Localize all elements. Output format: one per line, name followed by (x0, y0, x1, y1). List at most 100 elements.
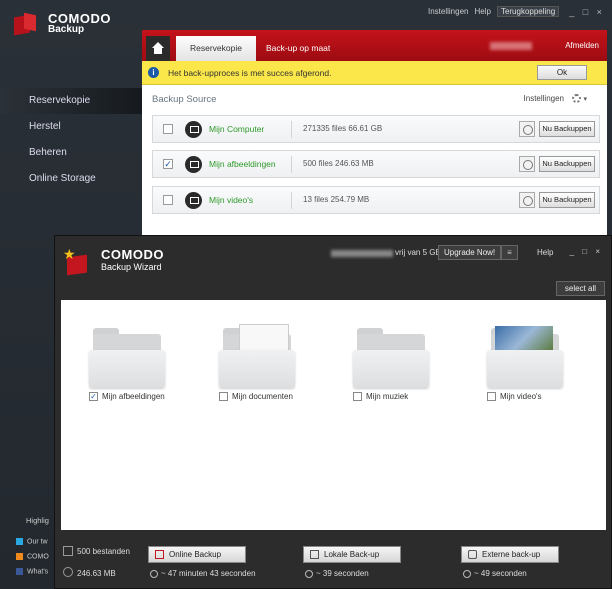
sidebar-item-online-storage[interactable]: Online Storage (0, 166, 142, 192)
backup-now-button[interactable]: Nu Backuppen (539, 156, 595, 172)
backup-now-button[interactable]: Nu Backuppen (539, 192, 595, 208)
home-icon (152, 42, 164, 54)
folder-label: Mijn muziek (366, 392, 409, 401)
schedule-icon[interactable] (519, 192, 535, 208)
folder-label: Mijn video's (500, 392, 542, 401)
picture-icon (185, 156, 202, 173)
online-backup-time: ~ 47 minuten 43 seconden (150, 569, 256, 578)
sidebar: Reservekopie Herstel Beheren Online Stor… (0, 88, 142, 192)
source-stats: 271335 files 66.61 GB (303, 124, 383, 133)
logout-link[interactable]: Afmelden (565, 41, 599, 50)
rss-icon (16, 553, 23, 560)
top-links: Instellingen Help Terugkoppeling _ □ × (428, 6, 605, 17)
backup-wizard-window: ★ COMODO Backup Wizard vrij van 5 GB Upg… (54, 235, 612, 589)
folder-checkbox[interactable] (219, 392, 228, 401)
clock-icon (463, 569, 471, 578)
schedule-icon[interactable] (519, 156, 535, 172)
facebook-icon (16, 568, 23, 575)
sidebar-item-herstel[interactable]: Herstel (0, 114, 142, 140)
folder-item-documents[interactable]: Mijn documenten (219, 392, 293, 401)
wizard-help-link[interactable]: Help (537, 248, 553, 257)
selection-size: 246.63 MB (77, 569, 116, 578)
folder-pictures-icon[interactable] (89, 324, 165, 388)
source-checkbox[interactable]: ✓ (163, 159, 173, 169)
monitor-icon (185, 121, 202, 138)
clock-icon (305, 569, 313, 578)
folder-checkbox[interactable] (487, 392, 496, 401)
select-all-button[interactable]: select all (555, 281, 605, 296)
source-name[interactable]: Mijn afbeeldingen (209, 159, 276, 169)
social-item-rss[interactable]: COMO (16, 553, 54, 560)
folder-label: Mijn afbeeldingen (102, 392, 165, 401)
window-controls[interactable]: _ □ × (569, 7, 605, 17)
folder-item-music[interactable]: Mijn muziek (353, 392, 408, 401)
tab-custom-backup[interactable]: Back-up op maat (252, 36, 344, 61)
online-backup-button[interactable]: Online Backup (148, 546, 246, 563)
source-stats: 500 files 246.63 MB (303, 159, 374, 168)
monitor-icon (310, 550, 319, 559)
local-backup-button[interactable]: Lokale Back-up (303, 546, 401, 563)
video-icon (185, 192, 202, 209)
backup-panel: Reservekopie Back-up op maat Afmelden i … (142, 30, 607, 240)
comodo-cube-icon (14, 12, 38, 36)
source-row-pictures: ✓ Mijn afbeeldingen 500 files 246.63 MB … (152, 150, 600, 178)
clock-icon (150, 569, 158, 578)
folder-label: Mijn documenten (232, 392, 293, 401)
wizard-brand: COMODO (101, 247, 164, 262)
folder-item-pictures[interactable]: ✓ Mijn afbeeldingen (89, 392, 165, 401)
source-stats: 13 files 254.79 MB (303, 195, 370, 204)
comodo-star-box-icon: ★ (63, 246, 93, 276)
sidebar-item-beheren[interactable]: Beheren (0, 140, 142, 166)
wizard-subtitle: Backup Wizard (101, 262, 162, 272)
file-count: 500 bestanden (77, 547, 130, 556)
highlights-title: Highlig (26, 516, 49, 525)
source-name[interactable]: Mijn Computer (209, 124, 264, 134)
wizard-window-controls[interactable]: _ □ × (570, 247, 603, 256)
folder-checkbox[interactable]: ✓ (89, 392, 98, 401)
external-backup-button[interactable]: Externe back-up (461, 546, 559, 563)
source-settings[interactable]: Instellingen ▾ (523, 94, 587, 104)
cloud-icon (155, 550, 164, 559)
folder-checkbox[interactable] (353, 392, 362, 401)
source-settings-label: Instellingen (523, 94, 565, 103)
tab-reservekopie[interactable]: Reservekopie (176, 36, 256, 61)
sidebar-item-reservekopie[interactable]: Reservekopie (0, 88, 142, 114)
usb-icon (468, 550, 477, 559)
success-notice: i Het back-upproces is met succes afgero… (142, 61, 607, 85)
ok-button[interactable]: Ok (537, 65, 587, 80)
help-link[interactable]: Help (474, 7, 490, 16)
used-space-redacted (331, 250, 393, 257)
source-row-computer: Mijn Computer 271335 files 66.61 GB Nu B… (152, 115, 600, 143)
social-item-facebook[interactable]: What's (16, 568, 54, 575)
folder-music-icon[interactable] (353, 324, 429, 388)
tab-bar: Reservekopie Back-up op maat Afmelden (142, 30, 607, 61)
source-name[interactable]: Mijn video's (209, 195, 253, 205)
files-icon (63, 546, 73, 556)
source-checkbox[interactable] (163, 124, 173, 134)
backup-now-button[interactable]: Nu Backuppen (539, 121, 595, 137)
twitter-icon (16, 538, 23, 545)
disk-size-icon (63, 567, 73, 577)
backup-source-title: Backup Source (152, 94, 217, 105)
folder-videos-icon[interactable] (487, 324, 563, 388)
menu-icon[interactable]: ≡ (501, 245, 518, 260)
settings-link[interactable]: Instellingen (428, 7, 468, 16)
source-checkbox[interactable] (163, 195, 173, 205)
wizard-logo: ★ COMODO Backup Wizard (63, 246, 164, 276)
chevron-down-icon: ▾ (583, 96, 587, 103)
tab-home[interactable] (146, 36, 170, 61)
schedule-icon[interactable] (519, 121, 535, 137)
notice-message: Het back-upproces is met succes afgerond… (168, 68, 332, 78)
info-icon: i (148, 67, 159, 78)
gear-icon (572, 94, 582, 104)
source-row-videos: Mijn video's 13 files 254.79 MB Nu Backu… (152, 186, 600, 214)
upgrade-now-button[interactable]: Upgrade Now! (438, 245, 502, 260)
folder-item-videos[interactable]: Mijn video's (487, 392, 542, 401)
social-item-twitter[interactable]: Our tw (16, 538, 54, 545)
local-backup-time: ~ 39 seconden (305, 569, 369, 578)
app-logo: COMODO Backup (14, 12, 111, 36)
folder-grid: ✓ Mijn afbeeldingen Mijn documenten Mijn… (61, 300, 606, 530)
folder-documents-icon[interactable] (219, 324, 295, 388)
feedback-dropdown[interactable]: Terugkoppeling (496, 6, 560, 17)
free-space-label: vrij van 5 GB (395, 248, 441, 257)
